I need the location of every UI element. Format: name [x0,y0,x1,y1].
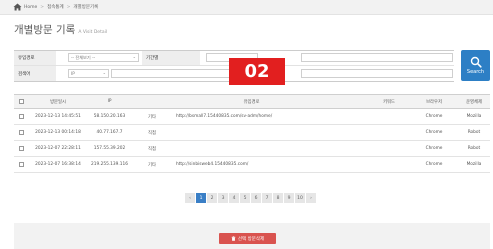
row-checkbox[interactable] [18,130,24,135]
chevron-down-icon: ⌄ [132,54,136,59]
row-select-cell [14,157,28,172]
table-row[interactable]: 2023-12-07 22:28:11 157.55.39.202 직접 Chr… [14,141,490,157]
chevron-down-icon: ⌄ [102,70,106,75]
table-row[interactable]: 2023-12-13 00:14:18 40.77.167.7 직접 Chrom… [14,125,490,141]
row-ip: 40.77.167.7 [96,130,123,135]
page-button-4[interactable]: 4 [229,193,239,203]
page-button-7[interactable]: 7 [262,193,272,203]
table-header: 방문일시 IP 유입경로 키워드 브라우저 운영체제 [14,94,490,109]
row-os: Mozilla [466,162,482,167]
col-date: 방문일시 [50,99,66,105]
visit-table: 방문일시 IP 유입경로 키워드 브라우저 운영체제 2023-12-13 14… [14,94,490,173]
search-button-label: Search [466,69,485,75]
delete-selected-button[interactable]: 선택 방문삭제 [219,233,276,244]
page-button-8[interactable]: 8 [273,193,283,203]
select-all-checkbox[interactable] [18,99,24,104]
page-button-2[interactable]: 2 [207,193,217,203]
row-ip: 157.55.39.202 [93,146,126,151]
row-keyword [369,157,409,172]
row-type: 직접 [148,130,156,136]
row-source[interactable] [176,125,366,140]
keyword-input[interactable] [111,69,241,78]
source-select[interactable]: -- 전체보기 -- ⌄ [68,53,139,62]
row-os: Mozilla [466,114,482,119]
page-button-9[interactable]: 9 [284,193,294,203]
row-source[interactable]: http://bsmall7.15440835.com/sv-adm/home/ [176,109,366,124]
search-field-select[interactable]: IP ⌄ [68,69,109,78]
keyword-input-extended[interactable] [301,69,453,78]
number-badge: 02 [229,58,285,85]
row-checkbox[interactable] [18,162,24,167]
col-keyword: 키워드 [383,99,395,105]
period-label: 기간별 [142,51,200,65]
row-type: 직접 [148,146,156,152]
row-date: 2023-12-13 14:45:51 [35,114,81,119]
col-browser: 브라우저 [426,99,442,105]
page-next-button[interactable]: › [306,193,316,203]
row-date: 2023-12-07 16:38:14 [35,162,81,167]
row-checkbox[interactable] [18,146,24,151]
page-title-sub: A Visit Detail [78,30,108,35]
row-select-cell [14,125,28,140]
row-os: Robot [467,130,481,135]
row-browser: Chrome [425,146,443,151]
row-select-cell [14,141,28,156]
row-browser: Chrome [425,114,443,119]
breadcrumb-home[interactable]: Home [24,5,37,10]
period-end-input[interactable] [301,53,453,62]
row-ip: 58.150.20.163 [93,114,126,119]
row-os: Robot [467,146,481,151]
row-ip: 219.255.139.116 [91,162,128,167]
search-button[interactable]: Search [461,50,490,81]
select-all-cell [14,95,28,108]
home-icon[interactable] [13,3,22,11]
search-icon [470,56,482,68]
row-checkbox[interactable] [18,114,24,119]
page-button-3[interactable]: 3 [218,193,228,203]
table-row[interactable]: 2023-12-07 16:38:14 219.255.139.116 기타 h… [14,157,490,173]
row-browser: Chrome [425,130,443,135]
page-prev-button[interactable]: ‹ [185,193,195,203]
row-type: 기타 [148,114,156,120]
source-select-value: -- 전체보기 -- [71,54,96,60]
row-date: 2023-12-07 22:28:11 [35,146,81,151]
col-os: 운영체제 [466,99,482,105]
table-row[interactable]: 2023-12-13 14:45:51 58.150.20.163 기타 htt… [14,109,490,125]
page-button-6[interactable]: 6 [251,193,261,203]
row-date: 2023-12-13 00:14:18 [35,130,81,135]
pagination: ‹ 1 2 3 4 5 6 7 8 9 10 › [185,193,316,203]
source-label: 유입경로 [14,51,56,65]
row-type: 기타 [148,162,156,168]
col-source: 유입경로 [243,99,260,105]
breadcrumb-separator: > [40,4,45,10]
page-button-5[interactable]: 5 [240,193,250,203]
page-title: 개별방문 기록 A Visit Detail [14,22,107,37]
breadcrumb-page: 개별방문기록 [73,5,99,10]
trash-icon [231,236,236,241]
row-keyword [369,141,409,156]
row-keyword [369,109,409,124]
breadcrumb: Home > 접속통계 > 개별방문기록 [0,0,493,15]
page-title-main: 개별방문 기록 [14,24,76,36]
col-ip: IP [107,99,112,104]
row-select-cell [14,109,28,124]
breadcrumb-section[interactable]: 접속통계 [47,4,64,10]
keyword-label: 검색어 [14,66,56,81]
row-source[interactable] [176,141,366,156]
page-button-1[interactable]: 1 [196,193,206,203]
page-button-10[interactable]: 10 [295,193,305,203]
row-source[interactable]: http://sinbisweb4.15440835.com/ [176,157,366,172]
search-field-value: IP [71,71,75,76]
breadcrumb-separator: > [66,4,71,10]
row-keyword [369,125,409,140]
row-browser: Chrome [425,162,443,167]
delete-selected-label: 선택 방문삭제 [237,236,265,242]
